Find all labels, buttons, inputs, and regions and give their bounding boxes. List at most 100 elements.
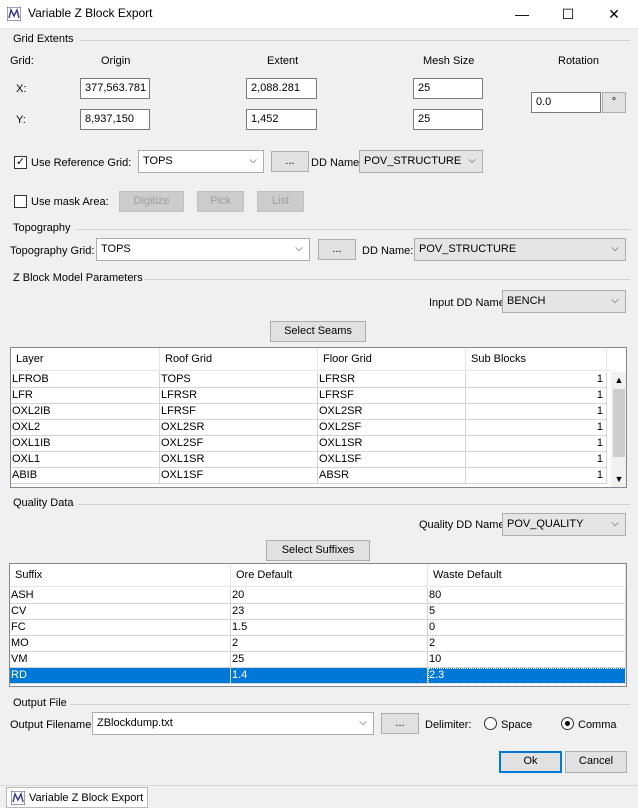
output-filename-combo[interactable]: ZBlockdump.txt ⌵ <box>92 712 374 735</box>
table-cell[interactable]: OXL2SR <box>160 420 318 436</box>
table-cell[interactable]: LFRSR <box>318 372 466 388</box>
table-cell[interactable]: LFR <box>11 388 160 404</box>
column-header[interactable]: Ore Default <box>231 564 428 587</box>
scroll-down-icon[interactable]: ▼ <box>611 471 626 487</box>
table-cell[interactable]: 2.3 <box>428 668 626 684</box>
column-header[interactable]: Suffix <box>10 564 231 587</box>
table-cell[interactable]: 0 <box>428 620 626 636</box>
table-cell[interactable]: LFRSR <box>160 388 318 404</box>
table-cell[interactable]: 1 <box>466 372 607 388</box>
topography-browse-button[interactable]: ... <box>318 239 356 260</box>
table-cell[interactable]: OXL2SF <box>160 436 318 452</box>
select-seams-button[interactable]: Select Seams <box>270 321 366 342</box>
seams-table[interactable]: Layer Roof Grid Floor Grid Sub Blocks LF… <box>10 347 627 488</box>
column-header[interactable]: Floor Grid <box>318 348 466 371</box>
reference-grid-browse-button[interactable]: ... <box>271 151 309 172</box>
table-cell[interactable]: 2 <box>231 636 428 652</box>
x-origin-input[interactable]: 377,563.781 <box>80 78 150 99</box>
table-row[interactable]: OXL2 OXL2SR OXL2SF 1 <box>11 420 611 436</box>
table-cell[interactable]: 10 <box>428 652 626 668</box>
table-cell[interactable]: LFRSF <box>318 388 466 404</box>
table-cell[interactable]: LFROB <box>11 372 160 388</box>
ref-dd-name-combo[interactable]: POV_STRUCTURE ⌵ <box>359 150 483 173</box>
table-row[interactable]: LFROB TOPS LFRSR 1 <box>11 372 611 388</box>
table-row[interactable]: ASH 20 80 <box>10 588 626 604</box>
reference-grid-combo[interactable]: TOPS ⌵ <box>138 150 264 173</box>
table-row[interactable]: MO 2 2 <box>10 636 626 652</box>
scroll-up-icon[interactable]: ▲ <box>611 372 626 388</box>
topography-grid-combo[interactable]: TOPS ⌵ <box>96 238 310 261</box>
x-extent-input[interactable]: 2,088.281 <box>246 78 317 99</box>
title-bar[interactable]: Variable Z Block Export — ☐ ✕ <box>0 0 638 29</box>
table-cell[interactable]: ABIB <box>11 468 160 484</box>
table-cell[interactable]: VM <box>10 652 231 668</box>
table-row[interactable]: FC 1.5 0 <box>10 620 626 636</box>
column-header[interactable]: Layer <box>11 348 160 371</box>
topography-dd-name-combo[interactable]: POV_STRUCTURE ⌵ <box>414 238 626 261</box>
table-cell[interactable]: CV <box>10 604 231 620</box>
table-cell[interactable]: ABSR <box>318 468 466 484</box>
table-cell[interactable]: 1 <box>466 404 607 420</box>
input-dd-name-combo[interactable]: BENCH ⌵ <box>502 290 626 313</box>
comma-radio-label[interactable]: Comma <box>578 719 617 731</box>
column-header[interactable]: Roof Grid <box>160 348 318 371</box>
use-reference-grid-checkbox[interactable]: ✓ <box>14 156 27 169</box>
quality-dd-name-combo[interactable]: POV_QUALITY ⌵ <box>502 513 626 536</box>
table-cell[interactable]: 1 <box>466 468 607 484</box>
table-cell[interactable]: ASH <box>10 588 231 604</box>
table-cell[interactable]: OXL1 <box>11 452 160 468</box>
seams-scrollbar[interactable]: ▲ ▼ <box>611 372 626 487</box>
table-cell[interactable]: OXL2 <box>11 420 160 436</box>
table-row[interactable]: RD 1.4 2.3 <box>10 668 626 684</box>
table-row[interactable]: CV 23 5 <box>10 604 626 620</box>
maximize-icon[interactable]: ☐ <box>545 0 591 29</box>
table-cell[interactable]: 1 <box>466 420 607 436</box>
table-cell[interactable]: MO <box>10 636 231 652</box>
table-cell[interactable]: 23 <box>231 604 428 620</box>
table-cell[interactable]: 80 <box>428 588 626 604</box>
space-radio[interactable] <box>484 717 497 730</box>
table-row[interactable]: LFR LFRSR LFRSF 1 <box>11 388 611 404</box>
table-cell[interactable]: OXL1SR <box>318 436 466 452</box>
table-cell[interactable]: FC <box>10 620 231 636</box>
table-cell[interactable]: TOPS <box>160 372 318 388</box>
y-extent-input[interactable]: 1,452 <box>246 109 317 130</box>
select-suffixes-button[interactable]: Select Suffixes <box>266 540 370 561</box>
table-cell[interactable]: 20 <box>231 588 428 604</box>
table-row[interactable]: ABIB OXL1SF ABSR 1 <box>11 468 611 484</box>
table-row[interactable]: OXL2IB LFRSF OXL2SR 1 <box>11 404 611 420</box>
list-button[interactable]: List <box>257 191 304 212</box>
table-row[interactable]: VM 25 10 <box>10 652 626 668</box>
space-radio-label[interactable]: Space <box>501 719 532 731</box>
table-cell[interactable]: OXL2SF <box>318 420 466 436</box>
column-header[interactable]: Waste Default <box>428 564 626 587</box>
rotation-input[interactable]: 0.0 <box>531 92 601 113</box>
close-icon[interactable]: ✕ <box>591 0 637 29</box>
table-cell[interactable]: 1 <box>466 388 607 404</box>
table-cell[interactable]: OXL2IB <box>11 404 160 420</box>
table-cell[interactable]: 1.4 <box>231 668 428 684</box>
y-origin-input[interactable]: 8,937,150 <box>80 109 150 130</box>
table-row[interactable]: OXL1 OXL1SR OXL1SF 1 <box>11 452 611 468</box>
output-browse-button[interactable]: ... <box>381 713 419 734</box>
quality-table[interactable]: Suffix Ore Default Waste Default ASH 20 80… <box>9 563 627 687</box>
table-cell[interactable]: 1 <box>466 436 607 452</box>
y-mesh-input[interactable]: 25 <box>413 109 483 130</box>
x-mesh-input[interactable]: 25 <box>413 78 483 99</box>
table-cell[interactable]: 25 <box>231 652 428 668</box>
table-cell[interactable]: 1 <box>466 452 607 468</box>
table-cell[interactable]: OXL1SF <box>160 468 318 484</box>
column-header[interactable]: Sub Blocks <box>466 348 607 371</box>
taskbar-item[interactable]: Variable Z Block Export <box>6 787 148 808</box>
degree-button[interactable]: ° <box>602 92 626 113</box>
comma-radio[interactable] <box>561 717 574 730</box>
table-row[interactable]: OXL1IB OXL2SF OXL1SR 1 <box>11 436 611 452</box>
ok-button[interactable]: Ok <box>499 751 562 773</box>
cancel-button[interactable]: Cancel <box>565 751 627 773</box>
use-mask-area-checkbox[interactable] <box>14 195 27 208</box>
table-cell[interactable]: OXL1SF <box>318 452 466 468</box>
minimize-icon[interactable]: — <box>499 0 545 29</box>
table-cell[interactable]: LFRSF <box>160 404 318 420</box>
table-cell[interactable]: 1.5 <box>231 620 428 636</box>
table-cell[interactable]: 5 <box>428 604 626 620</box>
